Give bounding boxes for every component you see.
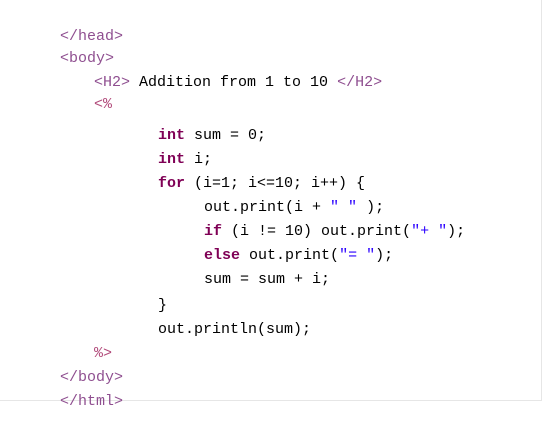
code-line-10[interactable]: else out.print("= ");	[6, 223, 393, 264]
code-line-3[interactable]: <H2> Addition from 1 to 10 </H2>	[6, 50, 382, 91]
code-block[interactable]: </head> <body> <H2> Addition from 1 to 1…	[6, 0, 541, 410]
equals-string-literal: "= "	[339, 247, 376, 264]
html-closing-html-tag: </html>	[60, 393, 124, 410]
code-line-11[interactable]: sum = sum + i;	[6, 247, 330, 288]
sum-accumulation-text: sum = sum + i;	[204, 271, 331, 288]
plus-string-literal: "+ "	[411, 223, 448, 240]
code-line-13[interactable]: out.println(sum);	[6, 297, 311, 338]
h2-text: Addition from 1 to 10	[130, 74, 338, 91]
code-line-8[interactable]: out.print(i + " " );	[6, 175, 384, 216]
code-line-2[interactable]: <body>	[6, 26, 114, 67]
println-sum-text: out.println(sum);	[158, 321, 312, 338]
code-line-7[interactable]: for (i=1; i<=10; i++) {	[6, 151, 365, 192]
code-line-12[interactable]: }	[6, 273, 167, 314]
code-line-9[interactable]: if (i != 10) out.print("+ ");	[6, 199, 465, 240]
code-line-14[interactable]: %>	[6, 321, 112, 362]
code-line-5[interactable]: int sum = 0;	[6, 103, 266, 144]
code-line-6[interactable]: int i;	[6, 127, 212, 168]
code-line-4[interactable]: <%	[6, 72, 112, 113]
code-editor[interactable]: </head> <body> <H2> Addition from 1 to 1…	[0, 0, 542, 410]
else-print-close-text: );	[375, 247, 394, 264]
if-print-close-text: );	[447, 223, 466, 240]
code-line-15[interactable]: </body>	[6, 345, 123, 386]
code-line-16[interactable]: </html>	[6, 369, 123, 410]
code-line-1[interactable]: </head>	[6, 4, 123, 45]
html-closing-h2-tag: </H2>	[337, 74, 383, 91]
